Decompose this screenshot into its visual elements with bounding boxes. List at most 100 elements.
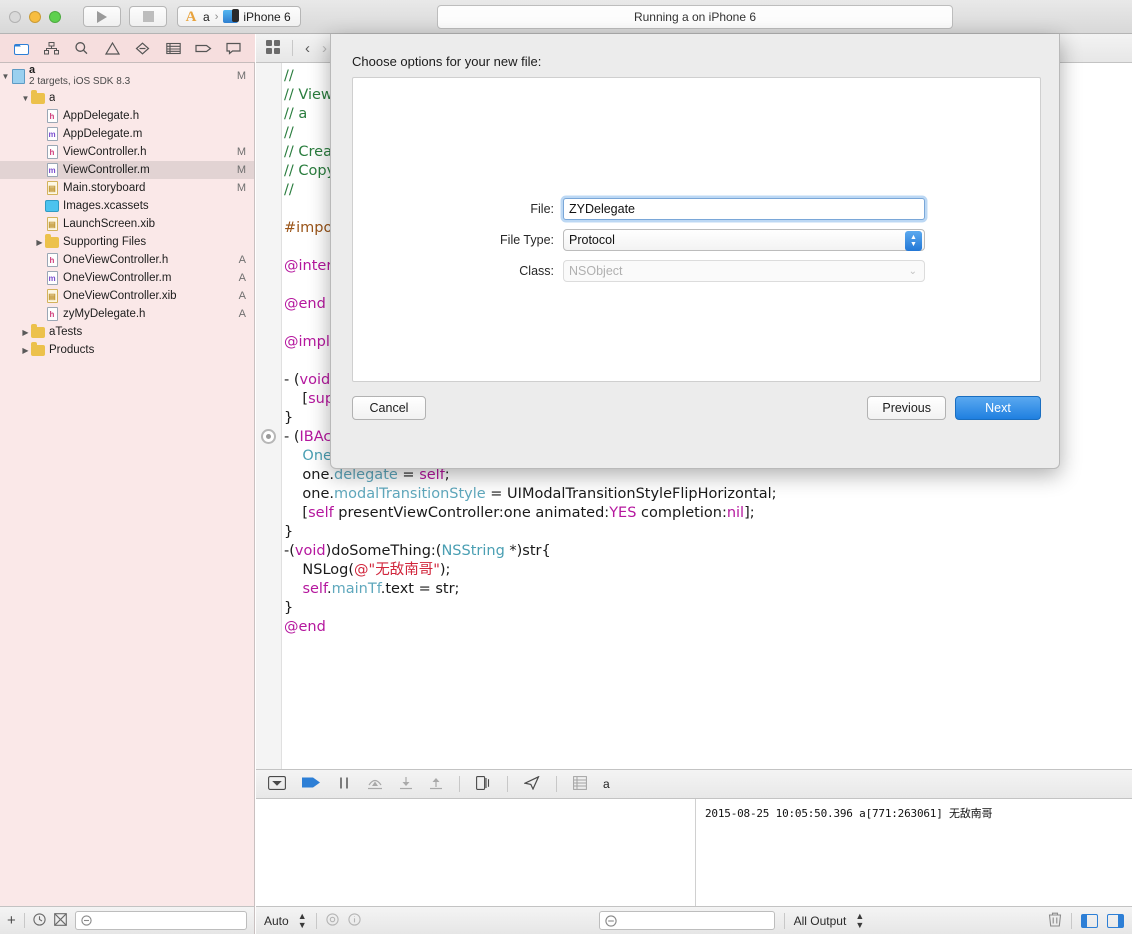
folder-icon[interactable]: [12, 40, 31, 57]
sheet-button-bar: Cancel Previous Next: [352, 396, 1041, 422]
navigator-item-a[interactable]: ▼ a: [0, 89, 254, 107]
disclosure-triangle[interactable]: ▶: [34, 238, 45, 247]
forward-chevron-icon[interactable]: ›: [322, 40, 327, 57]
related-items-icon[interactable]: [266, 39, 280, 57]
trash-icon[interactable]: [1048, 912, 1062, 930]
navigator-item-label: OneViewController.h: [63, 254, 169, 266]
editor-gutter[interactable]: [256, 63, 282, 769]
console-filter-input[interactable]: [598, 911, 775, 930]
debug-bottom-bar: Auto ▲ ▼ All Output ▲ ▼: [256, 906, 1132, 934]
options-form: File: ZYDelegate File Type: Protocol ▲ ▼ …: [481, 198, 925, 291]
navigator-item-appdelegate-m[interactable]: m AppDelegate.m: [0, 125, 254, 143]
variables-scope-label[interactable]: Auto: [264, 914, 289, 928]
navigator-item-zymydelegate-h[interactable]: h zyMyDelegate.h A: [0, 305, 254, 323]
tag-icon[interactable]: [194, 40, 213, 57]
disclosure-triangle[interactable]: ▶: [20, 346, 31, 355]
file-type-label: File Type:: [500, 233, 554, 247]
title-bar: A a › iPhone 6 Running a on iPhone 6: [0, 0, 1132, 34]
navigator-item-label: ViewController.h: [63, 146, 147, 158]
navigator-item-label: Main.storyboard: [63, 182, 146, 194]
output-stepper-icon[interactable]: ▲ ▼: [855, 911, 864, 930]
hide-debug-area-icon[interactable]: [268, 775, 286, 793]
disclosure-triangle[interactable]: ▼: [0, 72, 11, 81]
file-name-label: File:: [530, 202, 554, 216]
navigator-item-main-storyboard[interactable]: ▤ Main.storyboard M: [0, 179, 254, 197]
run-button[interactable]: [83, 6, 121, 27]
filter-icon[interactable]: [53, 912, 67, 929]
cancel-button[interactable]: Cancel: [352, 396, 426, 420]
stack-icon[interactable]: [573, 775, 587, 793]
console-output[interactable]: 2015-08-25 10:05:50.396 a[771:263061] 无敌…: [697, 799, 1132, 906]
zoom-window-button[interactable]: [49, 10, 61, 23]
scheme-selector[interactable]: A a › iPhone 6: [177, 6, 301, 27]
file-type-icon: h: [45, 253, 59, 268]
eye-icon[interactable]: [325, 912, 339, 929]
code-token: void: [294, 543, 326, 559]
project-navigator[interactable]: ▼ a 2 targets, iOS SDK 8.3 M ▼ a h AppDeleg…: [0, 63, 255, 906]
navigator-item-images-xcassets[interactable]: Images.xcassets: [0, 197, 254, 215]
scheme-target-label: a: [203, 9, 210, 24]
stop-button[interactable]: [129, 6, 167, 27]
navigator-item-appdelegate-h[interactable]: h AppDelegate.h: [0, 107, 254, 125]
stop-icon: [142, 11, 154, 22]
code-token: modalTransitionStyle: [334, 486, 486, 502]
navigator-item-oneviewcontroller-xib[interactable]: ▤ OneViewController.xib A: [0, 287, 254, 305]
code-token: self: [308, 505, 334, 521]
navigator-item-launchscreen-xib[interactable]: ▤ LaunchScreen.xib: [0, 215, 254, 233]
navigator-item-viewcontroller-h[interactable]: h ViewController.h M: [0, 143, 254, 161]
console-output-filter-label[interactable]: All Output: [794, 914, 847, 928]
step-over-icon[interactable]: [367, 776, 383, 793]
comment-icon[interactable]: [224, 40, 243, 57]
diamond-icon[interactable]: [133, 40, 152, 57]
right-panel-icon[interactable]: [1107, 913, 1124, 928]
status-badge: A: [238, 290, 246, 302]
navigator-item-oneviewcontroller-h[interactable]: h OneViewController.h A: [0, 251, 254, 269]
debug-process-label: a: [603, 777, 610, 791]
step-into-icon[interactable]: [399, 776, 413, 793]
navigator-item-products[interactable]: ▶ Products: [0, 341, 254, 359]
back-chevron-icon[interactable]: ‹: [305, 40, 310, 57]
code-token: YES: [609, 505, 637, 521]
info-icon[interactable]: [347, 912, 361, 929]
close-window-button[interactable]: [9, 10, 21, 23]
file-name-input[interactable]: ZYDelegate: [563, 198, 925, 220]
previous-button[interactable]: Previous: [867, 396, 946, 420]
scope-stepper-icon[interactable]: ▲ ▼: [298, 911, 307, 930]
navigator-item-label: Images.xcassets: [63, 200, 149, 212]
project-root-row[interactable]: ▼ a 2 targets, iOS SDK 8.3 M: [0, 63, 254, 89]
file-type-icon: m: [45, 163, 59, 178]
left-panel-icon[interactable]: [1081, 913, 1098, 928]
continue-icon[interactable]: [302, 776, 321, 792]
class-combo-box[interactable]: NSObject ⌄: [563, 260, 925, 282]
location-icon[interactable]: [523, 775, 540, 793]
navigator-filter-input[interactable]: [74, 911, 247, 930]
code-token: one.: [284, 486, 335, 502]
navigator-item-atests[interactable]: ▶ aTests: [0, 323, 254, 341]
navigator-bottom-bar: +: [0, 906, 255, 934]
list-icon[interactable]: [164, 40, 183, 57]
search-icon[interactable]: [72, 40, 91, 57]
navigator-item-supporting-files[interactable]: ▶ Supporting Files: [0, 233, 254, 251]
code-token: -(: [284, 543, 295, 559]
clock-icon[interactable]: [33, 912, 46, 929]
next-button[interactable]: Next: [955, 396, 1041, 420]
pause-icon[interactable]: [337, 776, 351, 793]
minimize-window-button[interactable]: [29, 10, 41, 23]
disclosure-triangle[interactable]: ▶: [20, 328, 31, 337]
warning-icon[interactable]: [103, 40, 122, 57]
disclosure-triangle[interactable]: ▼: [20, 94, 31, 103]
file-type-icon: m: [45, 127, 59, 142]
debug-area: 2015-08-25 10:05:50.396 a[771:263061] 无敌…: [256, 799, 1132, 906]
add-file-button[interactable]: +: [7, 912, 16, 929]
variables-view[interactable]: [256, 799, 696, 906]
view-hierarchy-icon[interactable]: [476, 775, 491, 793]
hierarchy-icon[interactable]: [42, 40, 61, 57]
navigator-item-viewcontroller-m[interactable]: m ViewController.m M: [0, 161, 254, 179]
code-line: [self presentViewController:one animated…: [284, 504, 1132, 523]
code-line: NSLog(@"无敌南哥");: [284, 561, 1132, 580]
file-type-popup[interactable]: Protocol ▲ ▼: [563, 229, 925, 251]
step-out-icon[interactable]: [429, 776, 443, 793]
navigator-item-oneviewcontroller-m[interactable]: m OneViewController.m A: [0, 269, 254, 287]
breakpoint-marker[interactable]: [261, 429, 276, 444]
